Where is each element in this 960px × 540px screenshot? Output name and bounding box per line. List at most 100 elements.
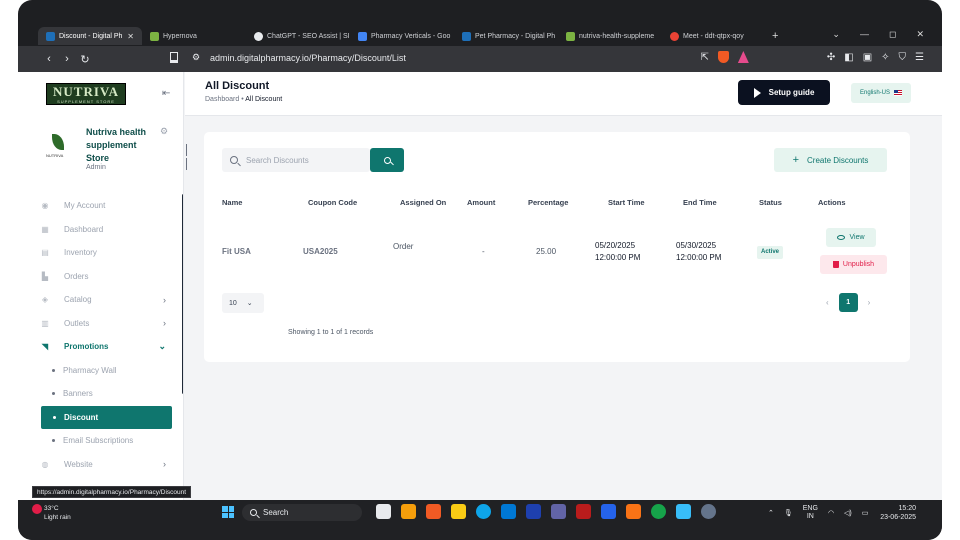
chevron-up-icon[interactable]: ⌃ [768, 509, 774, 517]
sidebar-subitem-banners[interactable]: Banners [40, 382, 172, 406]
next-page-button[interactable]: › [868, 298, 871, 307]
share-icon[interactable]: ⇱ [700, 52, 708, 63]
edge-icon[interactable] [476, 504, 491, 519]
sidebar-item-catalog[interactable]: ◈ Catalog › [40, 288, 172, 312]
weather-icon [32, 504, 42, 514]
brave-shield-icon[interactable] [717, 51, 729, 63]
sidebar-item-inventory[interactable]: ▤ Inventory [40, 241, 172, 265]
browser-tab-meet[interactable]: Meet - ddt-qtpx-qoy [662, 27, 766, 45]
browser-tab-nutriva[interactable]: nutriva-health-suppleme [558, 27, 662, 45]
sidebar-item-outlets[interactable]: ▥ Outlets › [40, 312, 172, 336]
input-language[interactable]: ENG IN [803, 505, 818, 521]
browser-tab-pharmacy-verticals[interactable]: Pharmacy Verticals - Goo [350, 27, 454, 45]
whatsapp-icon[interactable] [651, 504, 666, 519]
page-size-select[interactable]: 10 ⌄ [222, 293, 264, 313]
column-header-name: Name [222, 198, 243, 207]
catalog-icon: ◈ [41, 295, 49, 305]
column-header-actions: Actions [818, 198, 846, 207]
setup-guide-button[interactable]: Setup guide [738, 80, 830, 105]
taskbar-search[interactable]: Search [242, 504, 362, 521]
brave-icon[interactable] [426, 504, 441, 519]
paint-icon[interactable] [676, 504, 691, 519]
new-tab-icon[interactable]: + [772, 30, 778, 42]
page-button-1[interactable]: 1 [838, 293, 858, 312]
browser-tab-chatgpt[interactable]: ChatGPT - SEO Assist | SI [246, 27, 350, 45]
tab-favicon-icon [462, 31, 471, 41]
app-icon[interactable] [576, 504, 591, 519]
microphone-icon[interactable]: 🎙 [784, 509, 793, 517]
tab-label: Discount - Digital Ph [59, 32, 123, 40]
page-title: All Discount [205, 80, 270, 92]
sidebar-item-website[interactable]: ◍ Website › [40, 453, 172, 477]
gear-icon[interactable]: ⚙ [160, 126, 168, 137]
weather-widget[interactable]: 33°C Light rain [32, 504, 71, 522]
vlc-icon[interactable] [626, 504, 641, 519]
search-field[interactable]: Search Discounts [222, 148, 370, 172]
brave-rewards-icon[interactable] [737, 51, 749, 63]
language-label: English-US [859, 90, 890, 96]
tab-favicon-icon [150, 31, 159, 41]
minimize-icon[interactable]: — [860, 29, 869, 40]
store-name: Nutriva health supplement Store [86, 127, 147, 163]
window-controls: ⌄ — ◻ ✕ [832, 29, 924, 40]
battery-icon[interactable]: ▭ [862, 509, 869, 517]
clock[interactable]: 15:20 23-06-2025 [880, 504, 916, 522]
volume-icon[interactable]: ◁) [844, 509, 852, 517]
unpublish-button[interactable]: Unpublish [820, 255, 887, 274]
view-button[interactable]: View [826, 228, 876, 247]
sidebar-item-dashboard[interactable]: ▦ Dashboard [40, 218, 172, 242]
sidebar-item-orders[interactable]: ▙ Orders [40, 265, 172, 289]
settings-icon[interactable] [701, 504, 716, 519]
collapse-sidebar-icon[interactable]: ⇤ [162, 88, 170, 99]
logo-subtext: SUPPLEMENT STORE [57, 99, 115, 104]
browser-tab-hypernova[interactable]: Hypernova [142, 27, 246, 45]
page-header: All Discount Dashboard • All Discount Se… [185, 72, 942, 116]
copilot-icon[interactable] [401, 504, 416, 519]
breadcrumb-dashboard[interactable]: Dashboard [205, 96, 239, 103]
chevron-right-icon: › [163, 294, 166, 305]
teams-icon[interactable] [551, 504, 566, 519]
discount-list-card: Search Discounts + Create Discounts Name… [204, 132, 910, 362]
pagination: ‹ 1 › [826, 293, 870, 312]
close-icon[interactable]: ✕ [127, 32, 134, 41]
language-selector[interactable]: English-US [851, 83, 911, 103]
previous-page-button[interactable]: ‹ [826, 298, 829, 307]
wallet-icon[interactable]: ▣ [863, 52, 872, 63]
sidebar-item-my-account[interactable]: ◉ My Account [40, 194, 172, 218]
sidebar-subitem-discount[interactable]: Discount [41, 405, 172, 429]
wifi-icon[interactable]: ◠ [828, 509, 834, 517]
task-view-icon[interactable] [376, 504, 391, 519]
forward-icon[interactable]: › [58, 53, 76, 65]
sidebar-item-promotions[interactable]: ◥ Promotions ⌄ [40, 335, 172, 359]
close-window-icon[interactable]: ✕ [916, 29, 924, 40]
search-input[interactable]: Search Discounts [246, 156, 309, 165]
cell-amount: - [482, 247, 485, 256]
outlook-icon[interactable] [501, 504, 516, 519]
reload-icon[interactable]: ↻ [76, 53, 94, 66]
column-header-amount: Amount [467, 198, 496, 207]
browser-tab-pet-pharmacy[interactable]: Pet Pharmacy - Digital Ph [454, 27, 558, 45]
url-field[interactable]: admin.digitalpharmacy.io/Pharmacy/Discou… [210, 53, 406, 63]
browser-tab-discount[interactable]: Discount - Digital Ph ✕ [38, 27, 142, 45]
start-icon[interactable] [222, 506, 234, 518]
bookmark-icon[interactable] [170, 52, 178, 63]
nutriva-logo[interactable]: NUTRIVA SUPPLEMENT STORE [46, 83, 126, 105]
toolbar-icons: ⇱ ✣ ◧ ▣ ✧ ⛉ ☰ [700, 51, 924, 63]
sidebar-scrollbar[interactable] [182, 194, 183, 394]
sidebar-subitem-pharmacy-wall[interactable]: Pharmacy Wall [40, 359, 172, 383]
create-discounts-button[interactable]: + Create Discounts [774, 148, 887, 172]
file-explorer-icon[interactable] [451, 504, 466, 519]
menu-icon[interactable]: ☰ [915, 52, 924, 63]
store-icon[interactable] [526, 504, 541, 519]
vscode-icon[interactable] [601, 504, 616, 519]
back-icon[interactable]: ‹ [40, 53, 58, 65]
maximize-icon[interactable]: ◻ [889, 29, 896, 40]
vpn-icon[interactable]: ⛉ [899, 52, 907, 63]
sidebar-subitem-email-subscriptions[interactable]: Email Subscriptions [40, 429, 172, 453]
extensions-icon[interactable]: ✣ [827, 52, 835, 63]
search-button[interactable] [370, 148, 404, 172]
chevron-down-icon[interactable]: ⌄ [832, 29, 840, 40]
site-info-icon[interactable]: ⚙ [192, 52, 200, 63]
sidebar-toggle-icon[interactable]: ◧ [844, 52, 853, 63]
leo-icon[interactable]: ✧ [881, 52, 889, 63]
